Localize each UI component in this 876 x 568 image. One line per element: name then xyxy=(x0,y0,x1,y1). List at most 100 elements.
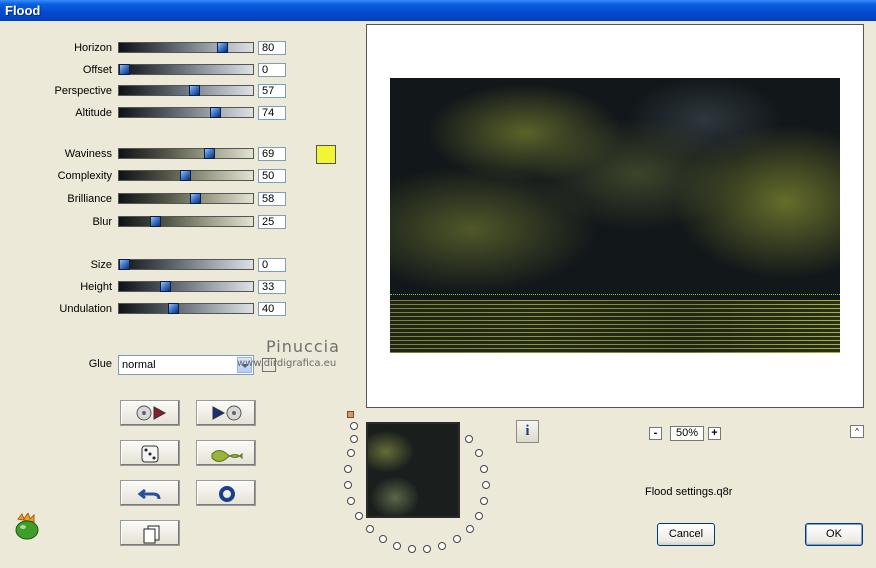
undo-icon xyxy=(137,488,161,500)
size-value-field[interactable]: 0 xyxy=(258,258,286,272)
wave-icon xyxy=(211,450,243,462)
watermark-url: www.dirdigrafica.eu xyxy=(237,358,337,369)
waviness-slider-thumb[interactable] xyxy=(204,148,215,159)
load-preset-button[interactable] xyxy=(120,400,180,426)
navigator-handle[interactable] xyxy=(347,411,354,418)
waviness-value-field[interactable]: 69 xyxy=(258,147,286,161)
navigator-ring-dot[interactable] xyxy=(350,422,358,430)
brilliance-slider[interactable] xyxy=(118,193,254,204)
undo-button[interactable] xyxy=(120,480,180,506)
waviness-slider[interactable] xyxy=(118,148,254,159)
navigator-ring-dot[interactable] xyxy=(475,449,483,457)
complexity-slider-thumb[interactable] xyxy=(180,170,191,181)
undulation-slider[interactable] xyxy=(118,303,254,314)
flaming-pear-logo-icon xyxy=(12,511,42,544)
reset-button[interactable] xyxy=(196,480,256,506)
navigator-ring-dot[interactable] xyxy=(482,481,490,489)
dice-icon xyxy=(141,445,159,463)
play-disc-icon xyxy=(212,405,242,421)
size-label: Size xyxy=(90,259,112,271)
zoom-out-button[interactable]: - xyxy=(649,427,662,440)
complexity-value-field[interactable]: 50 xyxy=(258,169,286,183)
flood-water xyxy=(390,300,840,353)
horizon-guide-line[interactable] xyxy=(390,294,840,295)
watermark-name: Pinuccia xyxy=(266,337,340,356)
complexity-label: Complexity xyxy=(57,170,112,182)
title-bar: Flood xyxy=(0,0,876,21)
info-button[interactable]: i xyxy=(516,420,539,443)
navigator-ring-dot[interactable] xyxy=(344,465,352,473)
navigator-ring-dot[interactable] xyxy=(379,535,387,543)
navigator-ring-dot[interactable] xyxy=(350,435,358,443)
navigator-ring-dot[interactable] xyxy=(408,545,416,553)
offset-label: Offset xyxy=(82,64,112,76)
glue-label: Glue xyxy=(88,358,112,370)
height-label: Height xyxy=(80,281,112,293)
navigator-ring-dot[interactable] xyxy=(466,525,474,533)
navigator-ring-dot[interactable] xyxy=(393,542,401,550)
brilliance-value-field[interactable]: 58 xyxy=(258,192,286,206)
ok-button[interactable]: OK xyxy=(805,523,863,546)
blur-slider[interactable] xyxy=(118,216,254,227)
height-value-field[interactable]: 33 xyxy=(258,280,286,294)
preview-image xyxy=(390,78,840,353)
glue-select[interactable]: normal xyxy=(118,355,254,375)
blur-value-field[interactable]: 25 xyxy=(258,215,286,229)
zoom-in-button[interactable]: + xyxy=(708,427,721,440)
copy-pages-icon xyxy=(143,525,160,544)
height-slider-thumb[interactable] xyxy=(160,281,171,292)
undulation-value-field[interactable]: 40 xyxy=(258,302,286,316)
navigator-ring-dot[interactable] xyxy=(438,542,446,550)
perspective-slider-thumb[interactable] xyxy=(189,85,200,96)
blur-slider-thumb[interactable] xyxy=(150,216,161,227)
altitude-slider[interactable] xyxy=(118,107,254,118)
randomize-button[interactable] xyxy=(120,440,180,466)
save-preset-button[interactable] xyxy=(196,400,256,426)
perspective-value-field[interactable]: 57 xyxy=(258,84,286,98)
navigator-ring-dot[interactable] xyxy=(355,512,363,520)
navigator-ring-dot[interactable] xyxy=(475,512,483,520)
navigator-ring-dot[interactable] xyxy=(423,545,431,553)
window-title: Flood xyxy=(5,3,41,18)
altitude-slider-thumb[interactable] xyxy=(210,107,221,118)
settings-filename: Flood settings.q8r xyxy=(645,486,733,498)
offset-slider[interactable] xyxy=(118,64,254,75)
blur-label: Blur xyxy=(92,216,112,228)
preview-panel[interactable] xyxy=(366,24,864,408)
size-slider[interactable] xyxy=(118,259,254,270)
brilliance-slider-thumb[interactable] xyxy=(190,193,201,204)
offset-value-field[interactable]: 0 xyxy=(258,63,286,77)
navigator-thumbnail[interactable] xyxy=(366,422,460,518)
dialog-client: Horizon 80 Offset 0 Perspective 57 Altit… xyxy=(0,21,876,568)
navigator-ring-dot[interactable] xyxy=(453,535,461,543)
complexity-slider[interactable] xyxy=(118,170,254,181)
disc-play-icon xyxy=(136,405,167,421)
ring-icon xyxy=(219,486,235,502)
horizon-label: Horizon xyxy=(74,42,112,54)
navigator-ring-dot[interactable] xyxy=(480,497,488,505)
navigator-ring-dot[interactable] xyxy=(347,497,355,505)
undulation-slider-thumb[interactable] xyxy=(168,303,179,314)
perspective-slider[interactable] xyxy=(118,85,254,96)
navigator-ring-dot[interactable] xyxy=(465,435,473,443)
horizon-value-field[interactable]: 80 xyxy=(258,41,286,55)
offset-slider-thumb[interactable] xyxy=(119,64,130,75)
brilliance-label: Brilliance xyxy=(67,193,112,205)
horizon-slider[interactable] xyxy=(118,42,254,53)
navigator-ring-dot[interactable] xyxy=(347,449,355,457)
undulation-label: Undulation xyxy=(59,303,112,315)
cancel-button[interactable]: Cancel xyxy=(657,523,715,546)
color-swatch[interactable] xyxy=(316,145,336,164)
collapse-button[interactable]: ^ xyxy=(850,425,864,438)
navigator-ring-dot[interactable] xyxy=(344,481,352,489)
size-slider-thumb[interactable] xyxy=(119,259,130,270)
copy-button[interactable] xyxy=(120,520,180,546)
navigator-ring-dot[interactable] xyxy=(480,465,488,473)
height-slider[interactable] xyxy=(118,281,254,292)
zoom-level: 50% xyxy=(670,426,704,441)
altitude-value-field[interactable]: 74 xyxy=(258,106,286,120)
wave-button[interactable] xyxy=(196,440,256,466)
navigator-ring-dot[interactable] xyxy=(366,525,374,533)
horizon-slider-thumb[interactable] xyxy=(217,42,228,53)
waviness-label: Waviness xyxy=(64,148,112,160)
